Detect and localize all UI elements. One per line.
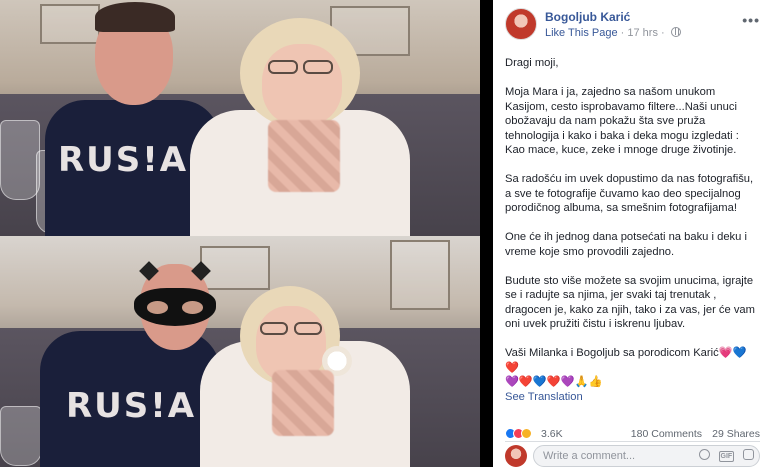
reactions-bar: 3.6K 180 Comments 29 Shares <box>505 428 760 442</box>
meta-separator: · <box>661 27 665 39</box>
blurred-face <box>268 120 340 192</box>
wine-glass <box>0 120 40 200</box>
sticker-icon[interactable] <box>743 449 754 460</box>
blurred-face <box>272 370 334 436</box>
page-avatar[interactable] <box>505 8 537 40</box>
photo-viewer[interactable]: RUS!A RUS!A <box>0 0 493 467</box>
comment-tools: GIF <box>693 449 754 462</box>
post-paragraph: Sa radošću im uvek dopustimo da nas foto… <box>505 173 754 214</box>
post-timestamp[interactable]: 17 hrs <box>627 27 658 39</box>
gif-icon[interactable]: GIF <box>718 451 735 462</box>
post-text: Dragi moji, Moja Mara i ja, zajedno sa n… <box>505 56 758 404</box>
divider <box>505 441 760 442</box>
commenter-avatar <box>505 445 527 467</box>
shares-count[interactable]: 29 Shares <box>712 428 760 440</box>
wall-decor <box>40 4 100 44</box>
signature-text: Vaši Milanka i Bogoljub sa porodicom Kar… <box>505 347 719 359</box>
comments-count[interactable]: 180 Comments <box>631 428 702 440</box>
meta-separator: · <box>620 27 625 39</box>
wall-decor <box>200 246 270 290</box>
more-options-icon[interactable]: ••• <box>742 12 760 28</box>
wine-glass <box>0 406 42 466</box>
photo-bottom: RUS!A <box>0 236 480 467</box>
photo-top: RUS!A <box>0 0 480 236</box>
post-paragraph: One će ih jednog dana potsećati na baku … <box>505 231 747 258</box>
haha-reaction-icon <box>521 428 532 439</box>
post-paragraph: Dragi moji, <box>505 57 559 69</box>
post-paragraph: Budute sto više možete sa svojim unucima… <box>505 274 755 331</box>
emoji-line: 💜❤️💙❤️💜🙏👍 <box>505 376 603 388</box>
reaction-icons[interactable] <box>505 428 532 440</box>
comment-composer: GIF <box>505 443 760 467</box>
see-translation-link[interactable]: See Translation <box>505 390 758 405</box>
like-page-link[interactable]: Like This Page <box>545 27 618 39</box>
wall-decor <box>390 240 450 310</box>
post-meta: Like This Page · 17 hrs · <box>545 27 681 39</box>
post-panel: Bogoljub Karić Like This Page · 17 hrs ·… <box>493 0 770 467</box>
post-paragraph: Moja Mara i ja, zajedno sa našom unukom … <box>505 86 739 156</box>
reaction-count[interactable]: 3.6K <box>541 428 563 440</box>
post-signature: Vaši Milanka i Bogoljub sa porodicom Kar… <box>505 346 758 375</box>
page-name-link[interactable]: Bogoljub Karić <box>545 10 630 24</box>
emoji-icon[interactable] <box>698 449 710 460</box>
post-header: Bogoljub Karić Like This Page · 17 hrs ·… <box>505 8 760 44</box>
globe-icon <box>670 27 681 37</box>
cat-mask-filter <box>134 288 216 326</box>
